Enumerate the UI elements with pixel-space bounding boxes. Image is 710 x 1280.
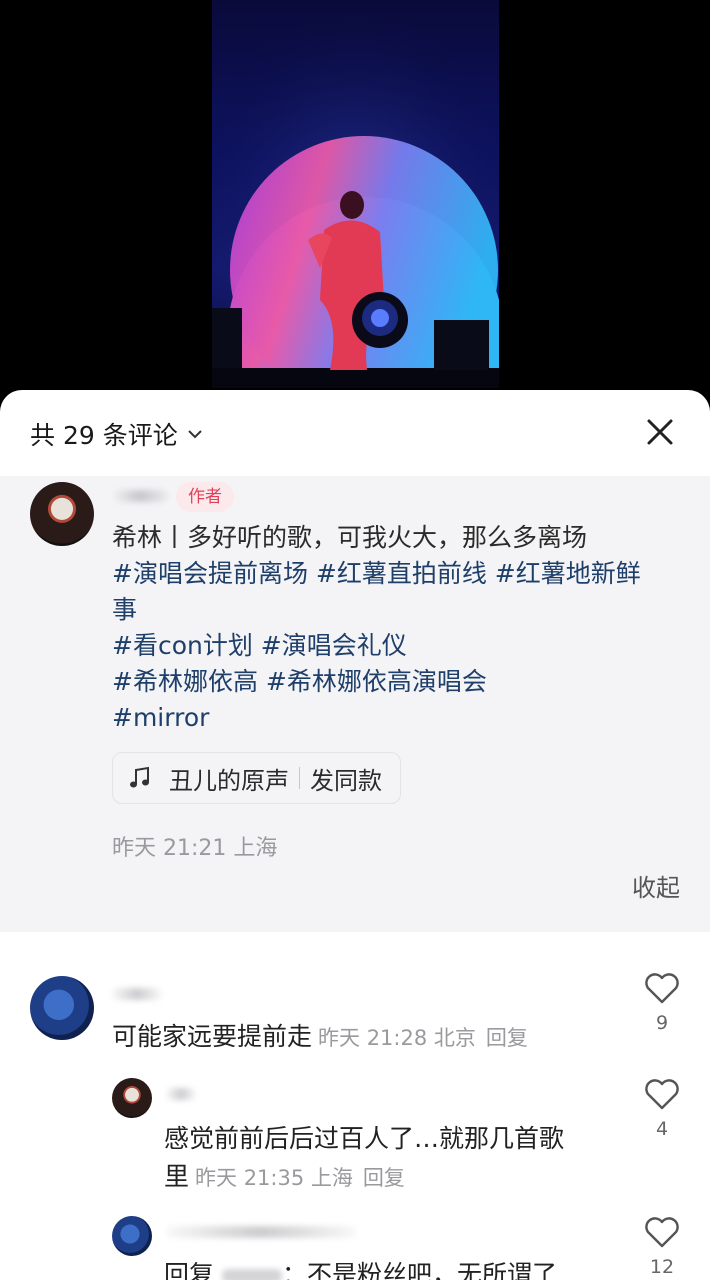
music-note-icon (130, 766, 149, 788)
comment-count-label: 共 29 条评论 (30, 421, 178, 450)
like-button[interactable]: 9 (644, 972, 680, 1034)
reply-text[interactable]: 回复 ：不是粉丝吧，无所谓了 (164, 1256, 624, 1280)
like-count: 9 (655, 1012, 669, 1034)
like-button[interactable]: 4 (644, 1078, 680, 1140)
reply-text[interactable]: 感觉前前后后过百人了…就那几首歌 里昨天 21:35 上海 回复 (164, 1120, 624, 1197)
author-avatar[interactable] (30, 482, 94, 546)
heart-icon (645, 1217, 679, 1248)
concert-stage-image (212, 0, 499, 388)
post-meta: 昨天 21:21 上海 (112, 836, 278, 861)
comment-text[interactable]: 可能家远要提前走 昨天 21:28 北京 回复 (112, 1018, 632, 1057)
reply-button[interactable]: 回复 (363, 1166, 405, 1190)
reply-body-line: 感觉前前后后过百人了…就那几首歌 (164, 1124, 565, 1153)
replier-name-blurred[interactable] (166, 1088, 196, 1100)
reply-body-line: 里 (164, 1162, 190, 1191)
mention-name-blurred (221, 1269, 282, 1280)
author-post-text: 希林丨多好听的歌，可我火大，那么多离场 #演唱会提前离场 #红薯直拍前线 #红薯… (112, 520, 687, 736)
comment-body: 可能家远要提前走 (112, 1022, 313, 1051)
comments-sheet: 共 29 条评论 作者 希林丨多好听的歌，可我火大，那么多离场 #演唱会提前离场… (0, 390, 710, 1280)
sound-name: 丑儿的原声 (169, 766, 289, 795)
commenter-avatar[interactable] (30, 976, 94, 1040)
hashtag-line[interactable]: #演唱会提前离场 #红薯直拍前线 #红薯地新鲜 (112, 556, 687, 592)
like-count: 12 (649, 1256, 675, 1278)
comments-header: 共 29 条评论 (0, 390, 710, 476)
divider (299, 767, 300, 789)
original-sound-chip[interactable]: 丑儿的原声 发同款 (112, 752, 401, 804)
hashtag-line[interactable]: #希林娜依高 #希林娜依高演唱会 (112, 664, 687, 700)
video-frame[interactable] (212, 0, 499, 388)
close-icon[interactable] (642, 414, 678, 450)
replier-name-blurred[interactable] (166, 1226, 356, 1238)
reply-item: 感觉前前后后过百人了…就那几首歌 里昨天 21:35 上海 回复 4 (0, 1078, 710, 1198)
post-text-line: 希林丨多好听的歌，可我火大，那么多离场 (112, 523, 588, 552)
comment-count-dropdown[interactable]: 共 29 条评论 (30, 416, 204, 452)
chevron-down-icon (188, 430, 202, 439)
collapse-button[interactable]: 收起 (632, 868, 680, 903)
hashtag-line[interactable]: 事 (112, 592, 687, 628)
replier-avatar[interactable] (112, 1078, 152, 1118)
replier-avatar[interactable] (112, 1216, 152, 1256)
hashtag-line[interactable]: #mirror (112, 700, 687, 736)
reply-meta: 昨天 21:35 上海 回复 (195, 1166, 405, 1190)
hashtag-line[interactable]: #看con计划 #演唱会礼仪 (112, 628, 687, 664)
commenter-name-blurred[interactable] (112, 988, 162, 1000)
like-button[interactable]: 12 (644, 1216, 680, 1278)
reply-button[interactable]: 回复 (486, 1026, 528, 1050)
video-player[interactable] (0, 0, 710, 420)
author-badge: 作者 (176, 482, 234, 512)
heart-icon (645, 973, 679, 1004)
comment-item: 可能家远要提前走 昨天 21:28 北京 回复 9 (0, 970, 710, 1060)
author-post: 作者 希林丨多好听的歌，可我火大，那么多离场 #演唱会提前离场 #红薯直拍前线 … (0, 476, 710, 932)
use-sound-button[interactable]: 发同款 (310, 761, 382, 796)
author-name-blurred[interactable] (112, 490, 168, 502)
like-count: 4 (655, 1118, 669, 1140)
reply-item: 回复 ：不是粉丝吧，无所谓了 12 (0, 1216, 710, 1280)
comment-meta: 昨天 21:28 北京 回复 (318, 1026, 528, 1050)
heart-icon (645, 1079, 679, 1110)
